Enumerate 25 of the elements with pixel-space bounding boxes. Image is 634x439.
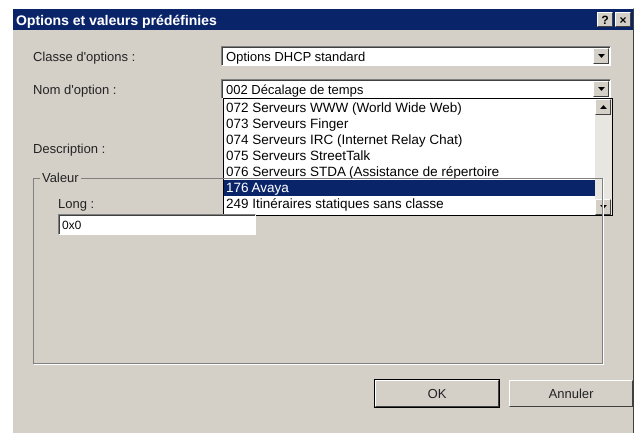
list-item[interactable]: 074 Serveurs IRC (Internet Relay Chat): [224, 132, 595, 148]
ok-button[interactable]: OK: [375, 380, 499, 407]
field-label: Long :: [58, 196, 94, 211]
list-item[interactable]: 073 Serveurs Finger: [224, 116, 595, 132]
group-title: Valeur: [40, 170, 81, 185]
option-class-dropdown[interactable]: Options DHCP standard: [221, 46, 611, 66]
scroll-up-icon: [600, 105, 606, 109]
close-button[interactable]: ×: [615, 12, 631, 27]
help-button[interactable]: ?: [597, 12, 613, 27]
field-label: Description :: [33, 141, 106, 156]
list-item[interactable]: 075 Serveurs StreetTalk: [224, 148, 595, 164]
field-label: Nom d'option :: [33, 82, 118, 96]
window-title: Options et valeurs prédéfinies: [16, 12, 218, 28]
option-name-dropdown[interactable]: 002 Décalage de temps: [221, 79, 611, 99]
dropdown-arrow-icon: [600, 205, 606, 209]
list-item[interactable]: 176 Avaya: [224, 180, 595, 196]
field-label: Classe d'options :: [33, 48, 136, 64]
cancel-button[interactable]: Annuler: [509, 380, 633, 407]
long-value-input[interactable]: 0x0: [58, 214, 256, 235]
list-item[interactable]: 072 Serveurs WWW (World Wide Web): [224, 100, 595, 116]
scrollbar[interactable]: [595, 99, 612, 215]
list-item[interactable]: 249 Itinéraires statiques sans classe: [224, 196, 595, 212]
dropdown-arrow-icon: [598, 87, 604, 91]
dropdown-arrow-icon: [598, 54, 604, 58]
list-item[interactable]: 076 Serveurs STDA (Assistance de répertoire: [224, 164, 595, 180]
